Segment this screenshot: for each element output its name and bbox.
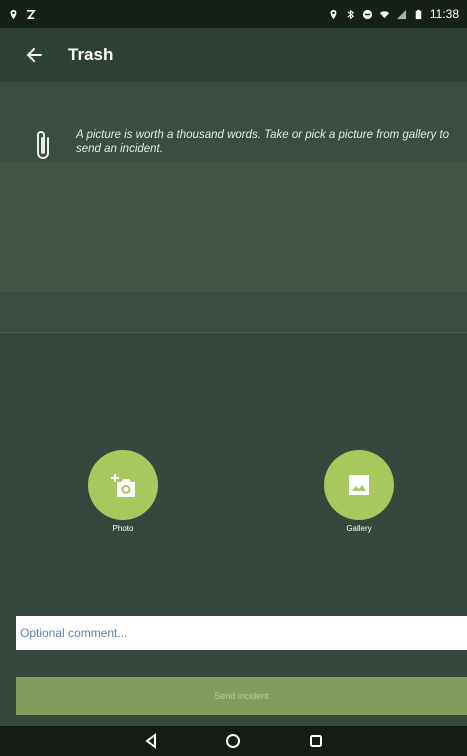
incident-hint: A picture is worth a thousand words. Tak… [34,128,454,164]
photo-button[interactable] [88,450,158,520]
location-icon [328,9,339,20]
incident-preview-area [0,82,467,333]
gallery-icon [349,475,369,495]
system-navigation-bar [0,726,467,756]
do-not-disturb-icon [362,9,373,20]
gallery-label: Gallery [346,524,372,533]
status-left-icons [8,9,36,20]
bluetooth-icon [345,9,356,20]
gallery-button[interactable] [324,450,394,520]
status-time: 11:38 [429,7,459,21]
app-screen: 11:38 Trash A picture is worth a thousan… [0,0,467,756]
triangle-back-icon[interactable] [139,729,163,753]
gallery-action: Gallery [314,450,404,533]
location-icon [8,9,19,20]
back-arrow-icon[interactable] [22,43,46,67]
signal-icon [396,9,407,20]
actions-area: Photo Gallery [0,333,467,616]
photo-label: Photo [112,524,134,533]
notification-icon [25,9,36,20]
optional-comment-input[interactable] [16,616,467,650]
photo-action: Photo [78,450,168,533]
circle-home-icon[interactable] [221,729,245,753]
paperclip-icon [34,128,62,164]
hint-band [0,162,467,292]
wifi-icon [379,9,390,20]
battery-icon [413,9,424,20]
square-recent-icon[interactable] [304,729,328,753]
status-bar: 11:38 [0,0,467,28]
add-photo-icon [111,474,135,497]
app-bar: Trash [0,28,467,82]
page-title: Trash [68,45,114,64]
status-right-icons: 11:38 [328,7,459,21]
hint-text: A picture is worth a thousand words. Tak… [76,129,450,155]
send-incident-button[interactable]: Send incident [16,677,467,715]
